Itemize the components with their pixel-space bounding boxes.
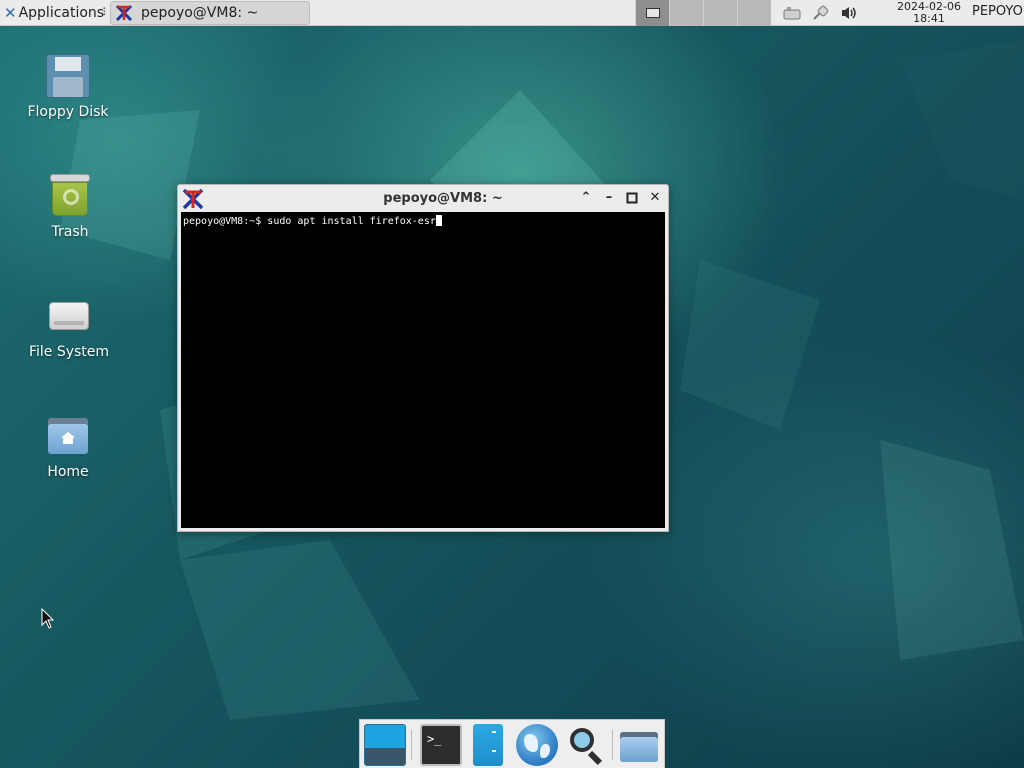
hard-drive-icon [47, 294, 91, 338]
desktop-icon-file-system[interactable]: File System [19, 294, 119, 360]
desktop-icon-label: Floppy Disk [27, 104, 109, 120]
floppy-disk-icon [46, 54, 90, 98]
desktop-icon-label: Home [47, 464, 89, 480]
plug-icon[interactable] [810, 4, 832, 22]
maximize-button[interactable] [624, 190, 640, 206]
file-manager-icon[interactable] [473, 724, 503, 766]
dock: >_ [359, 719, 665, 768]
dock-separator [411, 730, 412, 760]
mouse-pointer-icon [41, 608, 55, 629]
close-button[interactable]: ✕ [647, 190, 663, 206]
terminal-command: sudo apt install firefox-esr [267, 216, 436, 227]
folder-icon[interactable] [618, 724, 660, 766]
terminal-prompt: pepoyo@VM8:~$ [183, 216, 268, 227]
volume-icon[interactable] [838, 4, 860, 22]
workspace-4[interactable] [737, 0, 771, 26]
maximize-icon [626, 192, 638, 204]
terminal-cursor [435, 215, 442, 226]
terminal-emulator-icon[interactable]: >_ [420, 724, 462, 766]
applications-label: Applications [18, 5, 105, 21]
desktop-icon-home[interactable]: Home [18, 414, 118, 480]
desktop-icon-floppy-disk[interactable]: Floppy Disk [18, 54, 118, 120]
workspace-3[interactable] [703, 0, 737, 26]
taskbar-window-title: pepoyo@VM8: ~ [141, 5, 259, 21]
clock[interactable]: 2024-02-06 18:41 [893, 1, 965, 25]
desktop-icon-label: File System [28, 344, 110, 360]
top-panel: ✕ Applications ⠇ pepoyo@VM8: ~ 2024-02-0… [0, 0, 1024, 26]
terminal-screen[interactable]: pepoyo@VM8:~$ sudo apt install firefox-e… [181, 212, 665, 528]
desktop-icon-trash[interactable]: Trash [20, 174, 120, 240]
clock-time: 18:41 [913, 12, 945, 25]
home-folder-icon [46, 414, 90, 458]
show-desktop-icon[interactable] [364, 724, 406, 766]
trash-icon [48, 174, 92, 218]
minimize-button[interactable]: – [601, 190, 617, 206]
terminal-line: pepoyo@VM8:~$ sudo apt install firefox-e… [183, 215, 663, 227]
dock-separator [612, 730, 613, 760]
workspace-2[interactable] [669, 0, 703, 26]
workspace-switcher [635, 0, 771, 26]
terminal-window: pepoyo@VM8: ~ ⌃ – ✕ pepoyo@VM8:~$ sudo a… [177, 184, 669, 532]
terminal-titlebar[interactable]: pepoyo@VM8: ~ ⌃ – ✕ [178, 185, 668, 212]
app-finder-icon[interactable] [564, 724, 606, 766]
applications-menu[interactable]: ✕ Applications [0, 0, 108, 26]
xterm-icon [115, 4, 133, 22]
workspace-1[interactable] [635, 0, 669, 26]
network-icon[interactable] [782, 4, 804, 22]
system-tray [782, 0, 860, 26]
panel-separator: ⠇ [102, 6, 111, 19]
user-menu[interactable]: PEPOYO [972, 4, 1023, 19]
web-browser-icon[interactable] [516, 724, 558, 766]
xfce-logo-icon: ✕ [4, 4, 17, 22]
taskbar-window-button[interactable]: pepoyo@VM8: ~ [110, 1, 310, 25]
shade-button[interactable]: ⌃ [578, 190, 594, 206]
desktop-icon-label: Trash [51, 224, 89, 240]
